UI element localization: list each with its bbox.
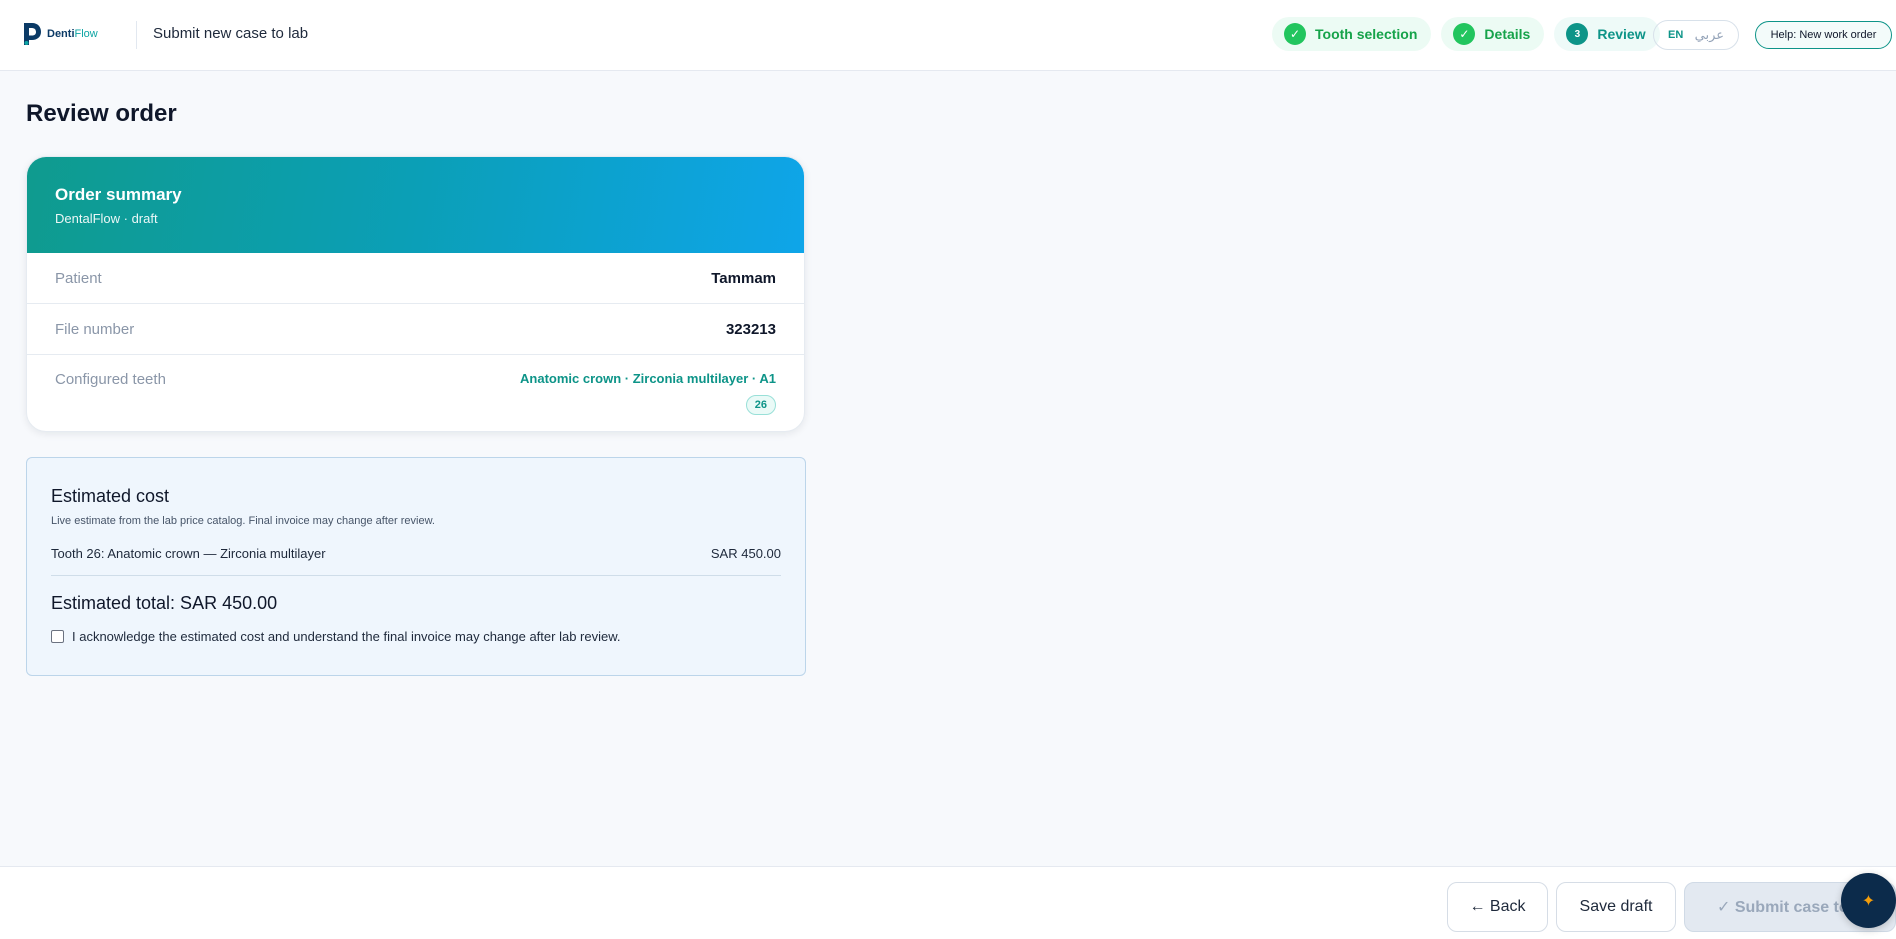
divider — [136, 21, 137, 49]
cost-title: Estimated cost — [51, 486, 170, 506]
acknowledge-row[interactable]: I acknowledge the estimated cost and und… — [51, 629, 781, 644]
step-details[interactable]: ✓ Details — [1441, 17, 1545, 51]
cost-line-item: Tooth 26: Anatomic crown — Zirconia mult… — [51, 546, 781, 576]
summary-title: Order summary — [55, 185, 182, 204]
line-item-label: Tooth 26: Anatomic crown — Zirconia mult… — [51, 546, 326, 561]
check-icon: ✓ — [1453, 23, 1476, 45]
step-label: Details — [1484, 26, 1531, 42]
summary-row-patient: Patient Tammam — [27, 253, 804, 304]
estimated-cost-card: Estimated cost Live estimate from the la… — [26, 457, 806, 676]
teeth-description: Anatomic crown · Zirconia multilayer · A… — [520, 371, 776, 386]
save-draft-button[interactable]: Save draft — [1556, 882, 1676, 932]
tooth-chip[interactable]: 26 — [745, 395, 776, 415]
logo-text: DentiFlow — [47, 28, 98, 40]
lang-en-option[interactable]: EN — [1668, 29, 1683, 41]
sparkle-icon[interactable]: ✦ — [1841, 873, 1896, 928]
logo-prefix: Denti — [47, 28, 75, 40]
lang-ar-option[interactable]: عربي — [1695, 27, 1724, 43]
acknowledge-checkbox[interactable] — [51, 630, 64, 643]
summary-row-configured-teeth: Configured teeth Anatomic crown · Zircon… — [27, 355, 804, 431]
summary-subtitle: DentalFlow · draft — [55, 211, 158, 226]
row-label: Configured teeth — [55, 371, 166, 388]
language-toggle: EN عربي — [1653, 20, 1739, 50]
stepper: ✓ Tooth selection ✓ Details 3 Review — [1272, 17, 1660, 51]
row-value: 323213 — [725, 320, 776, 338]
cost-subtitle: Live estimate from the lab price catalog… — [51, 515, 435, 527]
tooth-logo-icon — [24, 23, 41, 45]
step-tooth-selection[interactable]: ✓ Tooth selection — [1272, 17, 1432, 51]
page-heading: Submit new case to lab — [153, 25, 309, 42]
check-icon: ✓ — [1284, 23, 1306, 45]
order-summary-card: Order summary DentalFlow · draft Patient… — [26, 156, 805, 432]
back-button[interactable]: ← Back — [1447, 882, 1548, 932]
step-number: 3 — [1566, 23, 1589, 45]
summary-row-file-number: File number 323213 — [27, 304, 804, 355]
line-item-amount: SAR 450.00 — [710, 546, 781, 561]
step-review[interactable]: 3 Review — [1554, 17, 1660, 51]
page-title: Review order — [26, 100, 177, 127]
step-label: Review — [1597, 26, 1646, 42]
row-label: File number — [55, 320, 135, 338]
footer-bar: ← Back Save draft ✓ Submit case to lab — [0, 866, 1896, 939]
step-label: Tooth selection — [1315, 26, 1418, 42]
app-logo[interactable]: DentiFlow — [22, 22, 98, 46]
estimated-total: Estimated total: SAR 450.00 — [51, 593, 278, 613]
summary-header: Order summary DentalFlow · draft — [27, 157, 804, 253]
logo-suffix: Flow — [74, 28, 98, 40]
top-bar: DentiFlow Submit new case to lab ✓ Tooth… — [0, 0, 1896, 71]
help-button[interactable]: Help: New work order — [1755, 21, 1892, 49]
row-value: Tammam — [711, 269, 776, 287]
row-label: Patient — [55, 269, 102, 287]
teeth-value: Anatomic crown · Zirconia multilayer · A… — [520, 371, 776, 415]
acknowledge-label: I acknowledge the estimated cost and und… — [72, 629, 621, 644]
